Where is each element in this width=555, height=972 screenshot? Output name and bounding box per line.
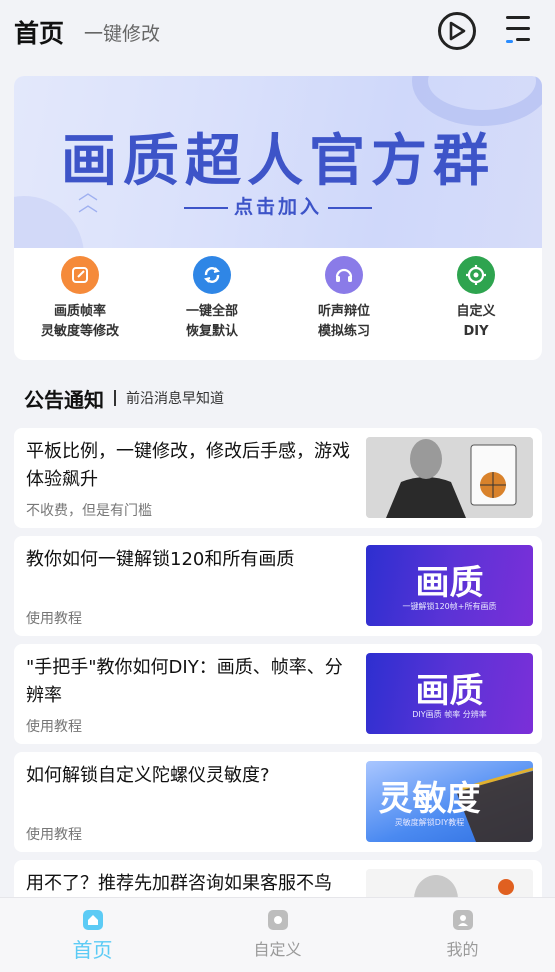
article-subtitle: 使用教程: [26, 611, 82, 627]
quick-action-quality[interactable]: 画质帧率灵敏度等修改: [14, 256, 146, 356]
article-title: 用不了？推荐先加群咨询如果客服不鸟: [26, 873, 332, 894]
quick-label: 听声辩位: [317, 304, 370, 319]
join-group-banner[interactable]: ︿ ︿ 画质超人官方群 点击加入: [14, 76, 542, 248]
quick-actions: 画质帧率灵敏度等修改 一键全部恢复默认 听声辩位模拟练习 自定义 DIY: [14, 256, 542, 356]
quick-action-audio[interactable]: 听声辩位 模拟练习: [278, 256, 410, 356]
quick-label: 模拟练习: [317, 324, 370, 339]
page-title: 首页: [14, 19, 65, 48]
edit-icon: [61, 256, 99, 294]
quick-label: 画质帧率: [53, 304, 106, 319]
headphones-icon: [325, 256, 363, 294]
quick-label: DIY: [463, 324, 489, 339]
announcements-header: 公告通知 前沿消息早知道: [24, 382, 224, 414]
bottom-tab-bar: 首页 自定义 我的: [0, 897, 555, 972]
thumbnail-title: 画质: [415, 563, 484, 603]
article-subtitle: 使用教程: [26, 827, 82, 843]
banner-headline: 画质超人官方群: [61, 129, 495, 194]
tab-mine[interactable]: 我的: [370, 898, 555, 972]
article-card[interactable]: 教你如何一键解锁120和所有画质 使用教程 画质 一键解锁120帧+所有画质: [14, 536, 542, 636]
quick-action-restore[interactable]: 一键全部 恢复默认: [146, 256, 278, 356]
home-icon: [82, 910, 103, 930]
article-thumbnail: [366, 437, 533, 518]
tab-label: 我的: [446, 940, 479, 959]
tab-label: 首页: [72, 938, 113, 962]
section-title: 公告通知: [24, 387, 104, 412]
join-text: 点击加入: [233, 196, 322, 218]
tab-home[interactable]: 首页: [0, 898, 185, 972]
thumbnail-caption: DIY画质 帧率 分辨率: [412, 710, 487, 719]
article-card[interactable]: 如何解锁自定义陀螺仪灵敏度? 使用教程 灵敏度 灵敏度解锁DIY教程: [14, 752, 542, 852]
menu-icon[interactable]: [504, 16, 532, 46]
article-thumbnail: 灵敏度 灵敏度解锁DIY教程: [366, 761, 533, 842]
article-card[interactable]: "手把手"教你如何DIY：画质、帧率、分辨率 使用教程 画质 DIY画质 帧率 …: [14, 644, 542, 744]
tab-custom[interactable]: 自定义: [185, 898, 370, 972]
crosshair-icon: [457, 256, 495, 294]
quick-label: 一键全部: [185, 304, 238, 319]
quick-label: 灵敏度等修改: [40, 324, 119, 339]
thumbnail-title: 灵敏度: [378, 779, 481, 819]
article-card[interactable]: 平板比例，一键修改，修改后手感，游戏体验飙升 不收费，但是有门槛: [14, 428, 542, 528]
one-click-modify-tab[interactable]: 一键修改: [84, 19, 160, 46]
refresh-icon: [193, 256, 231, 294]
article-title: "手把手"教你如何DIY：画质、帧率、分辨率: [26, 657, 343, 706]
quick-label: 恢复默认: [185, 324, 238, 339]
section-subtitle: 前沿消息早知道: [126, 391, 224, 407]
user-icon: [452, 910, 473, 930]
article-title: 教你如何一键解锁120和所有画质: [26, 549, 295, 570]
thumbnail-caption: 灵敏度解锁DIY教程: [394, 818, 465, 827]
banner-card: ︿ ︿ 画质超人官方群 点击加入 画质帧率灵敏度等修改 一键全部恢复默认 听声辩位…: [14, 76, 542, 360]
divider: [114, 390, 116, 406]
article-title: 如何解锁自定义陀螺仪灵敏度?: [26, 765, 270, 786]
quick-action-diy[interactable]: 自定义 DIY: [410, 256, 542, 356]
play-icon[interactable]: [438, 12, 476, 50]
article-thumbnail: 画质 一键解锁120帧+所有画质: [366, 545, 533, 626]
article-subtitle: 不收费，但是有门槛: [26, 503, 152, 519]
gear-icon: [267, 910, 288, 930]
top-header: 首页 一键修改: [0, 0, 555, 64]
tab-label: 自定义: [253, 940, 302, 959]
quick-label: 自定义: [456, 304, 496, 319]
thumbnail-title: 画质: [415, 671, 484, 711]
join-label[interactable]: 点击加入: [14, 192, 542, 219]
article-subtitle: 使用教程: [26, 719, 82, 735]
article-title: 平板比例，一键修改，修改后手感，游戏体验飙升: [26, 441, 350, 490]
article-thumbnail: 画质 DIY画质 帧率 分辨率: [366, 653, 533, 734]
thumbnail-caption: 一键解锁120帧+所有画质: [402, 602, 497, 611]
